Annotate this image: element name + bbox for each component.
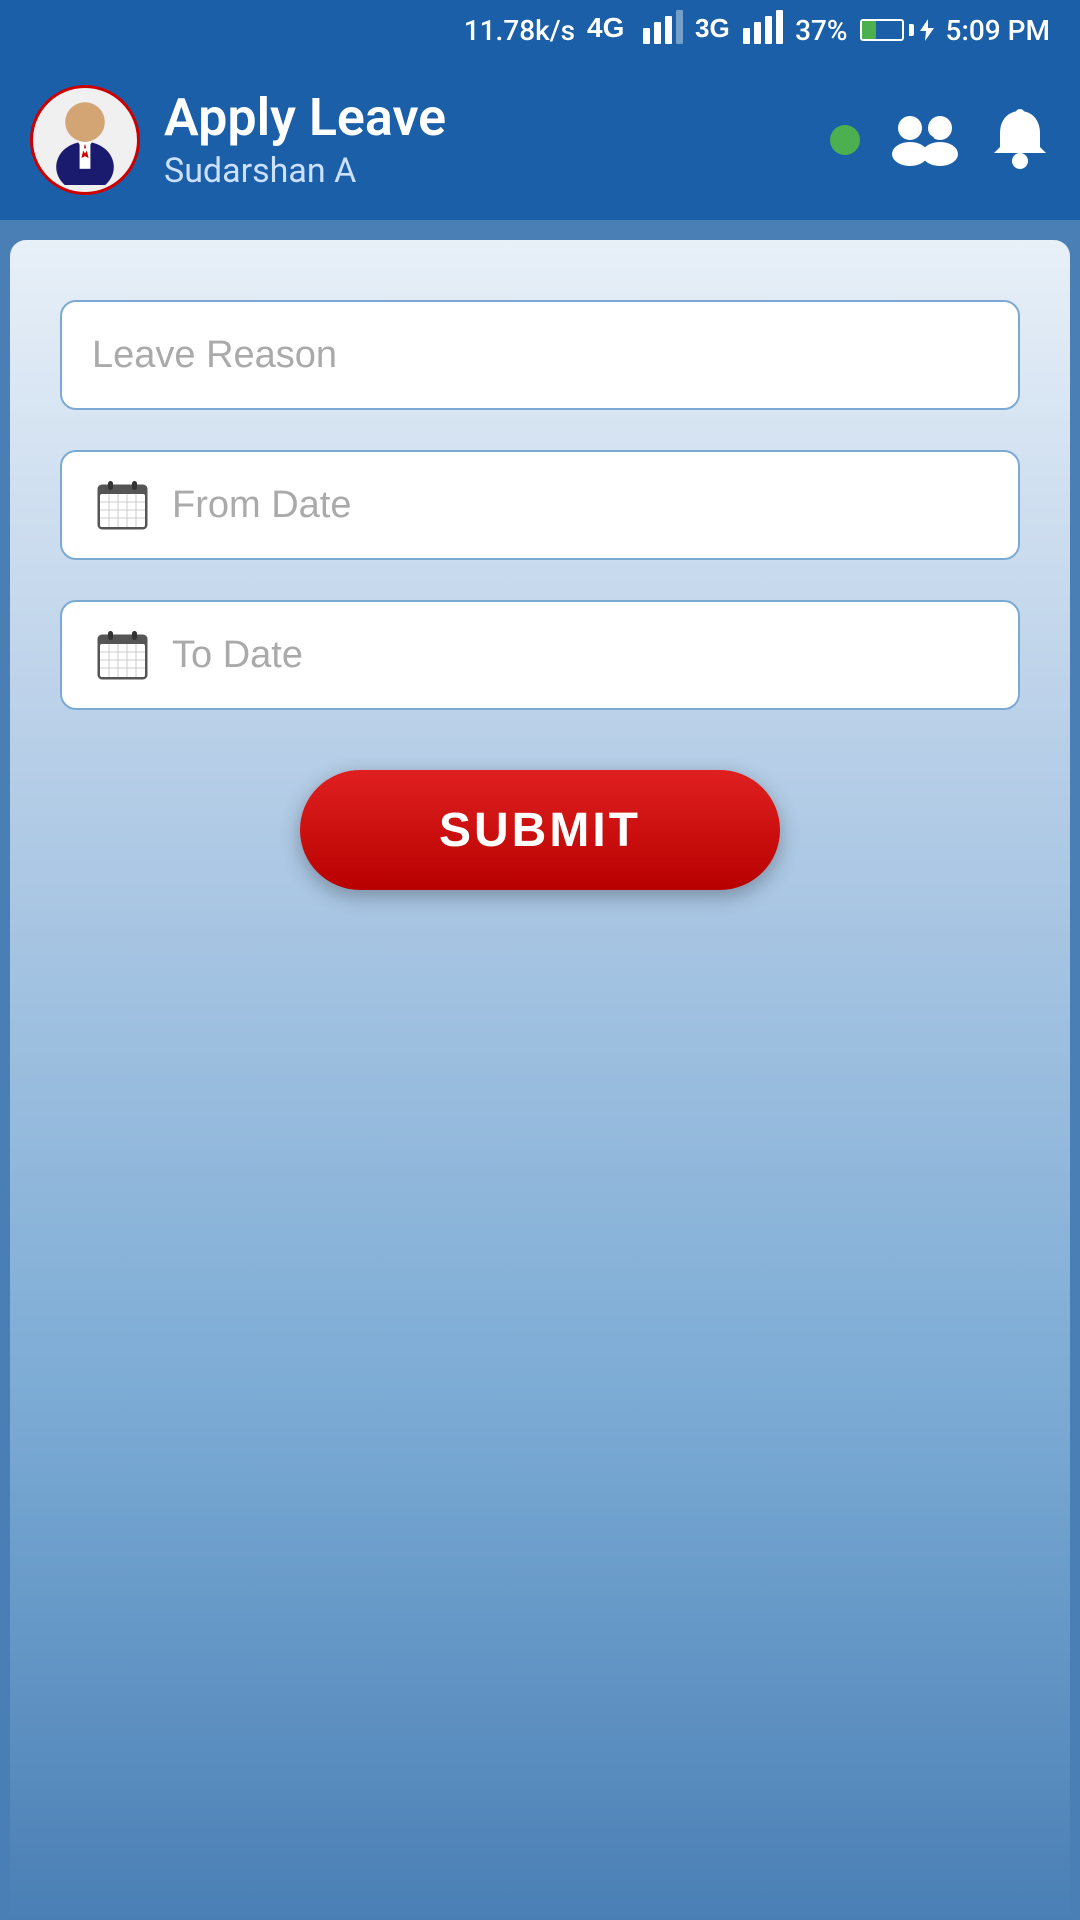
from-date-field[interactable] <box>60 450 1020 560</box>
to-date-field[interactable] <box>60 600 1020 710</box>
group-switch-button[interactable] <box>890 110 960 170</box>
svg-text:4G: 4G <box>587 12 624 43</box>
leave-reason-input[interactable] <box>92 334 988 377</box>
svg-text:3G: 3G <box>695 13 730 43</box>
leave-reason-field[interactable] <box>60 300 1020 410</box>
header-actions <box>830 107 1050 173</box>
from-date-calendar-icon <box>92 475 152 535</box>
signal-bars-2 <box>743 10 783 51</box>
status-bar: 11.78k/s 4G 3G 37% <box>0 0 1080 60</box>
app-header: Apply Leave Sudarshan A <box>0 60 1080 220</box>
online-status-dot <box>830 125 860 155</box>
signal-bars <box>643 10 683 51</box>
main-content: SUBMIT <box>10 240 1070 1920</box>
submit-label: SUBMIT <box>439 803 641 858</box>
header-title-group: Apply Leave Sudarshan A <box>164 89 806 190</box>
submit-button[interactable]: SUBMIT <box>300 770 780 890</box>
leave-form <box>60 300 1020 710</box>
time-display: 5:09 PM <box>946 14 1050 47</box>
user-name: Sudarshan A <box>164 151 806 191</box>
avatar <box>30 85 140 195</box>
network-speed: 11.78k/s <box>464 14 575 47</box>
battery-icon <box>860 19 934 41</box>
battery-percent: 37% <box>795 14 847 47</box>
page-title: Apply Leave <box>164 89 806 146</box>
to-date-calendar-icon <box>92 625 152 685</box>
from-date-input[interactable] <box>172 484 988 527</box>
notification-button[interactable] <box>990 107 1050 173</box>
network-type: 4G <box>587 9 631 52</box>
network-3g: 3G <box>695 9 731 52</box>
to-date-input[interactable] <box>172 634 988 677</box>
